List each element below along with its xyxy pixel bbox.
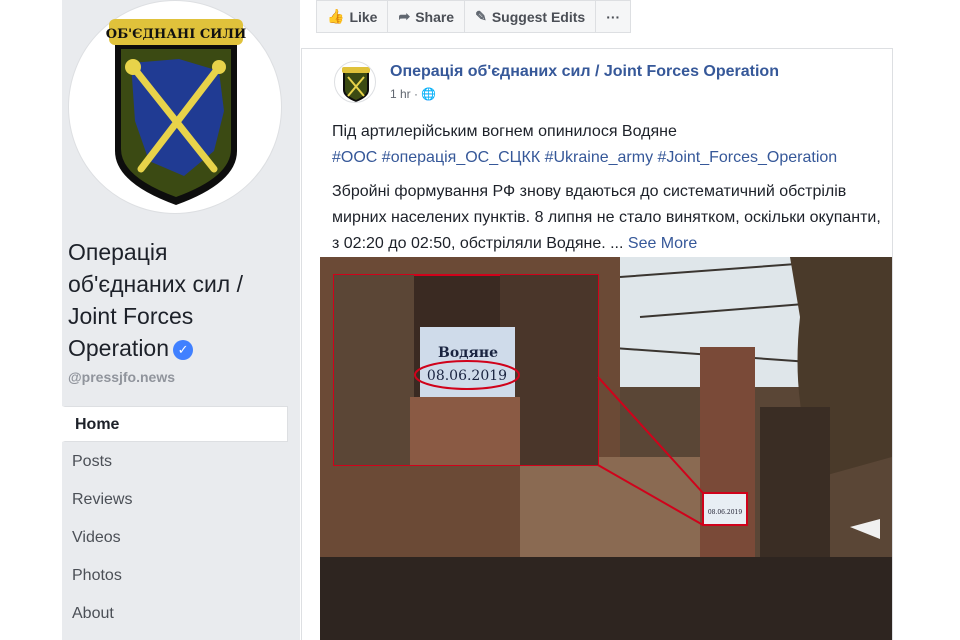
post-avatar[interactable] (334, 61, 376, 103)
jfo-avatar-icon (342, 67, 370, 102)
nav-item-about[interactable]: About (62, 596, 288, 634)
post-photo[interactable]: 08.06.2019 Водяне 08.06.2019 (320, 257, 892, 640)
more-options-button[interactable]: ··· (595, 0, 632, 33)
nav-item-reviews[interactable]: Reviews (62, 482, 288, 520)
globe-privacy-icon: 🌐 (421, 87, 437, 101)
sign-date: 08.06.2019 (427, 368, 507, 384)
share-button[interactable]: ➦ Share (387, 0, 466, 33)
share-arrow-icon: ➦ (398, 8, 411, 24)
post-body: Збройні формування РФ знову вдаються до … (332, 179, 882, 257)
nav-item-videos[interactable]: Videos (62, 520, 288, 558)
like-label: Like (349, 8, 378, 25)
page-nav: Home Posts Reviews Videos Photos About (62, 406, 288, 634)
nav-item-home[interactable]: Home (62, 406, 288, 442)
more-dots-icon: ··· (606, 8, 621, 25)
post-headline: Під артилерійським вогнем опинилося Водя… (332, 123, 677, 140)
share-label: Share (415, 8, 455, 25)
post-body-text: Збройні формування РФ знову вдаються до … (332, 183, 881, 252)
page-action-bar: 👍 Like ➦ Share ✎ Suggest Edits ··· (316, 0, 668, 33)
post-meta: 1 hr · 🌐 (390, 87, 436, 101)
ruined-building-photo: 08.06.2019 Водяне 08.06.2019 (320, 257, 892, 640)
page-handle[interactable]: @pressjfo.news (68, 369, 175, 385)
post-author-link[interactable]: Операція об'єднаних сил / Joint Forces O… (390, 63, 779, 81)
profile-picture[interactable]: ОБ'ЄДНАНІ СИЛИ (68, 0, 282, 214)
post-card: Операція об'єднаних сил / Joint Forces O… (301, 48, 893, 640)
suggest-edits-label: Suggest Edits (491, 8, 586, 25)
emblem-text: ОБ'ЄДНАНІ СИЛИ (106, 27, 246, 42)
sign-place: Водяне (438, 345, 498, 361)
page-title-text: Операція об'єднаних сил / Joint Forces O… (68, 239, 243, 361)
verified-badge-icon: ✓ (173, 340, 194, 360)
nav-item-posts[interactable]: Posts (62, 444, 288, 482)
page-title[interactable]: Операція об'єднаних сил / Joint Forces O… (68, 236, 288, 364)
small-sign-date: 08.06.2019 (708, 509, 743, 516)
post-hashtags[interactable]: #ООС #операція_ОС_СЦКК #Ukraine_army #Jo… (332, 145, 882, 171)
like-button[interactable]: 👍 Like (316, 0, 389, 33)
see-more-link[interactable]: See More (628, 235, 697, 252)
post-timestamp[interactable]: 1 hr · (390, 87, 418, 101)
jfo-emblem-icon: ОБ'ЄДНАНІ СИЛИ (106, 19, 246, 205)
nav-item-photos[interactable]: Photos (62, 558, 288, 596)
pencil-icon: ✎ (475, 8, 487, 24)
suggest-edits-button[interactable]: ✎ Suggest Edits (464, 0, 597, 33)
thumbs-up-icon: 👍 (327, 8, 345, 24)
page-sidebar: ОБ'ЄДНАНІ СИЛИ Операція об'єднаних сил /… (62, 0, 300, 640)
